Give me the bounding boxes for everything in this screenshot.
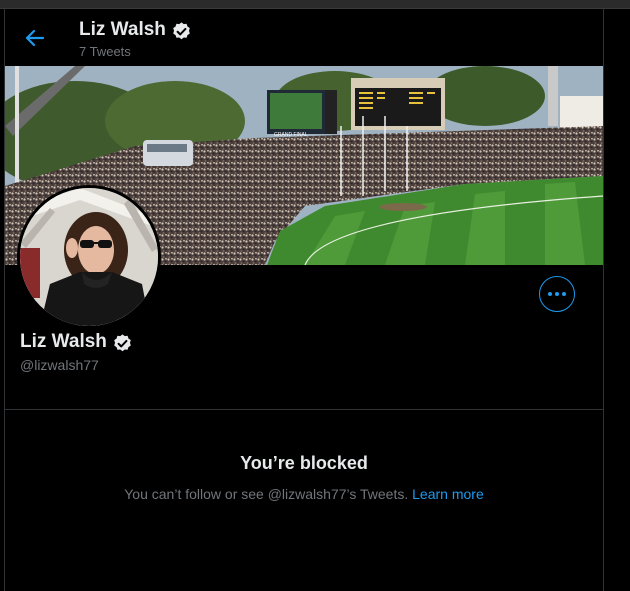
blocked-message: You can’t follow or see @lizwalsh77’s Tw…	[5, 486, 603, 502]
profile-name: Liz Walsh	[20, 331, 107, 352]
more-horizontal-icon	[548, 292, 566, 296]
right-gutter	[604, 9, 630, 591]
blocked-message-text: You can’t follow or see @lizwalsh77’s Tw…	[124, 486, 409, 502]
learn-more-link[interactable]: Learn more	[412, 486, 484, 502]
header-name: Liz Walsh	[79, 19, 166, 40]
blocked-title: You’re blocked	[240, 453, 368, 473]
window-top-bar	[0, 0, 630, 9]
tweet-count: 7 Tweets	[79, 44, 131, 59]
verified-badge-icon	[171, 21, 192, 47]
back-button[interactable]	[23, 26, 47, 50]
arrow-left-icon	[25, 29, 45, 47]
section-divider	[5, 409, 603, 410]
verified-badge-icon	[112, 333, 133, 359]
profile-handle: @lizwalsh77	[20, 357, 99, 373]
profile-avatar[interactable]	[17, 185, 161, 329]
profile-header: Liz Walsh 7 Tweets	[5, 9, 603, 66]
more-options-button[interactable]	[539, 276, 575, 312]
